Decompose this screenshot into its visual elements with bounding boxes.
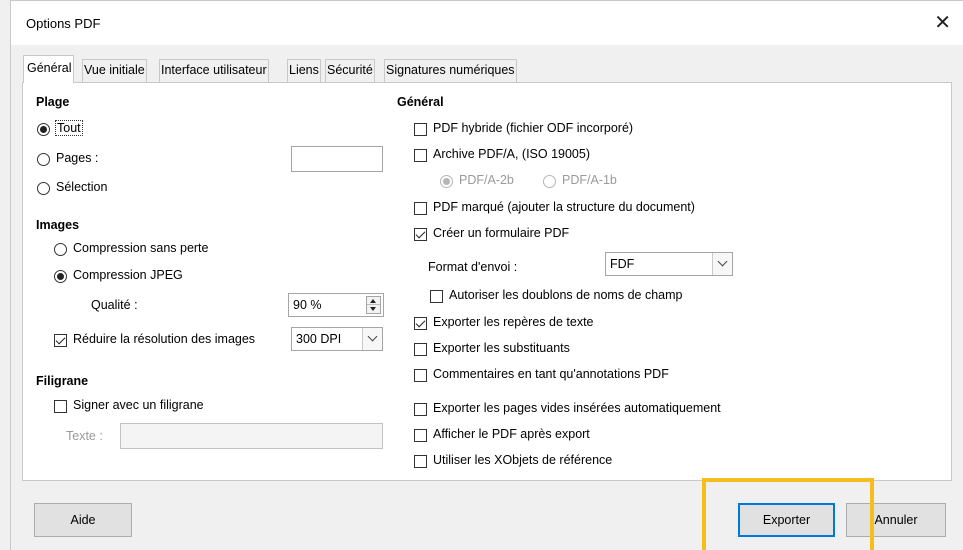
create-form-checkbox[interactable] — [414, 228, 427, 241]
resolution-value: 300 DPI — [296, 332, 342, 346]
tab-securite[interactable]: Sécurité — [325, 59, 375, 82]
comments-checkbox[interactable] — [414, 369, 427, 382]
export-bookmarks-label[interactable]: Exporter les repères de texte — [433, 315, 594, 329]
submit-format-dropdown-button[interactable] — [712, 253, 732, 275]
resolution-dropdown-button[interactable] — [362, 328, 382, 350]
view-after-export-checkbox[interactable] — [414, 429, 427, 442]
xobjects-checkbox[interactable] — [414, 455, 427, 468]
empty-pages-label[interactable]: Exporter les pages vides insérées automa… — [433, 401, 721, 415]
radio-pages[interactable] — [37, 153, 50, 166]
empty-pages-checkbox[interactable] — [414, 403, 427, 416]
radio-jpeg[interactable] — [54, 270, 67, 283]
quality-value: 90 % — [293, 298, 322, 312]
help-button[interactable]: Aide — [34, 503, 132, 537]
tout-label[interactable]: Tout — [55, 120, 83, 136]
spin-up-icon[interactable] — [367, 297, 380, 305]
allow-duplicates-checkbox[interactable] — [430, 290, 443, 303]
hybrid-checkbox[interactable] — [414, 123, 427, 136]
tab-liens[interactable]: Liens — [287, 59, 321, 82]
lossless-label[interactable]: Compression sans perte — [73, 241, 208, 255]
quality-spin-buttons[interactable] — [366, 296, 381, 314]
close-icon[interactable]: ✕ — [934, 10, 951, 35]
radio-tout[interactable] — [37, 123, 50, 136]
watermark-text-label: Texte : — [66, 429, 103, 443]
tagged-pdf-checkbox[interactable] — [414, 202, 427, 215]
selection-label[interactable]: Sélection — [56, 180, 107, 194]
plage-heading: Plage — [36, 95, 70, 109]
tab-general[interactable]: Général — [23, 55, 75, 83]
tab-signatures-numeriques[interactable]: Signatures numériques — [384, 59, 517, 82]
radio-pdfa-2b[interactable] — [440, 175, 453, 188]
xobjects-label[interactable]: Utiliser les XObjets de référence — [433, 453, 612, 467]
hybrid-label[interactable]: PDF hybride (fichier ODF incorporé) — [433, 121, 633, 135]
submit-format-label: Format d'envoi : — [428, 260, 518, 274]
watermark-text-input[interactable] — [120, 423, 383, 449]
quality-label: Qualité : — [91, 298, 138, 312]
comments-label[interactable]: Commentaires en tant qu'annotations PDF — [433, 367, 669, 381]
images-heading: Images — [36, 218, 80, 232]
pages-input[interactable] — [291, 146, 383, 172]
radio-selection[interactable] — [37, 182, 50, 195]
general-heading: Général — [397, 95, 444, 109]
resolution-select[interactable]: 300 DPI — [291, 327, 383, 351]
export-placeholders-checkbox[interactable] — [414, 343, 427, 356]
view-after-export-label[interactable]: Afficher le PDF après export — [433, 427, 590, 441]
pages-label[interactable]: Pages : — [56, 151, 98, 165]
chevron-down-icon — [717, 256, 728, 267]
archive-checkbox[interactable] — [414, 149, 427, 162]
highlight-box — [702, 478, 874, 550]
export-placeholders-label[interactable]: Exporter les substituants — [433, 341, 570, 355]
jpeg-label[interactable]: Compression JPEG — [73, 268, 183, 282]
watermark-label[interactable]: Signer avec un filigrane — [73, 398, 204, 412]
tagged-pdf-label[interactable]: PDF marqué (ajouter la structure du docu… — [433, 200, 695, 214]
submit-format-select[interactable]: FDF — [605, 252, 733, 276]
archive-label[interactable]: Archive PDF/A, (ISO 19005) — [433, 147, 590, 161]
export-bookmarks-checkbox[interactable] — [414, 317, 427, 330]
radio-pdfa-1b[interactable] — [543, 175, 556, 188]
chevron-down-icon — [367, 331, 378, 342]
pdfa-1b-label[interactable]: PDF/A-1b — [562, 173, 617, 187]
radio-lossless[interactable] — [54, 243, 67, 256]
reduce-resolution-label[interactable]: Réduire la résolution des images — [73, 332, 255, 346]
reduce-resolution-checkbox[interactable] — [54, 334, 67, 347]
allow-duplicates-label[interactable]: Autoriser les doublons de noms de champ — [449, 288, 682, 302]
submit-format-value: FDF — [610, 257, 635, 271]
tab-vue-initiale[interactable]: Vue initiale — [82, 59, 147, 82]
title-bar: Options PDF ✕ — [11, 1, 963, 45]
tab-interface-utilisateur[interactable]: Interface utilisateur — [159, 59, 269, 82]
pdfa-2b-label[interactable]: PDF/A-2b — [459, 173, 514, 187]
watermark-checkbox[interactable] — [54, 400, 67, 413]
spin-down-icon[interactable] — [367, 305, 380, 313]
create-form-label[interactable]: Créer un formulaire PDF — [433, 226, 569, 240]
filigrane-heading: Filigrane — [36, 374, 89, 388]
quality-stepper[interactable]: 90 % — [288, 293, 384, 317]
window-title: Options PDF — [26, 16, 101, 31]
